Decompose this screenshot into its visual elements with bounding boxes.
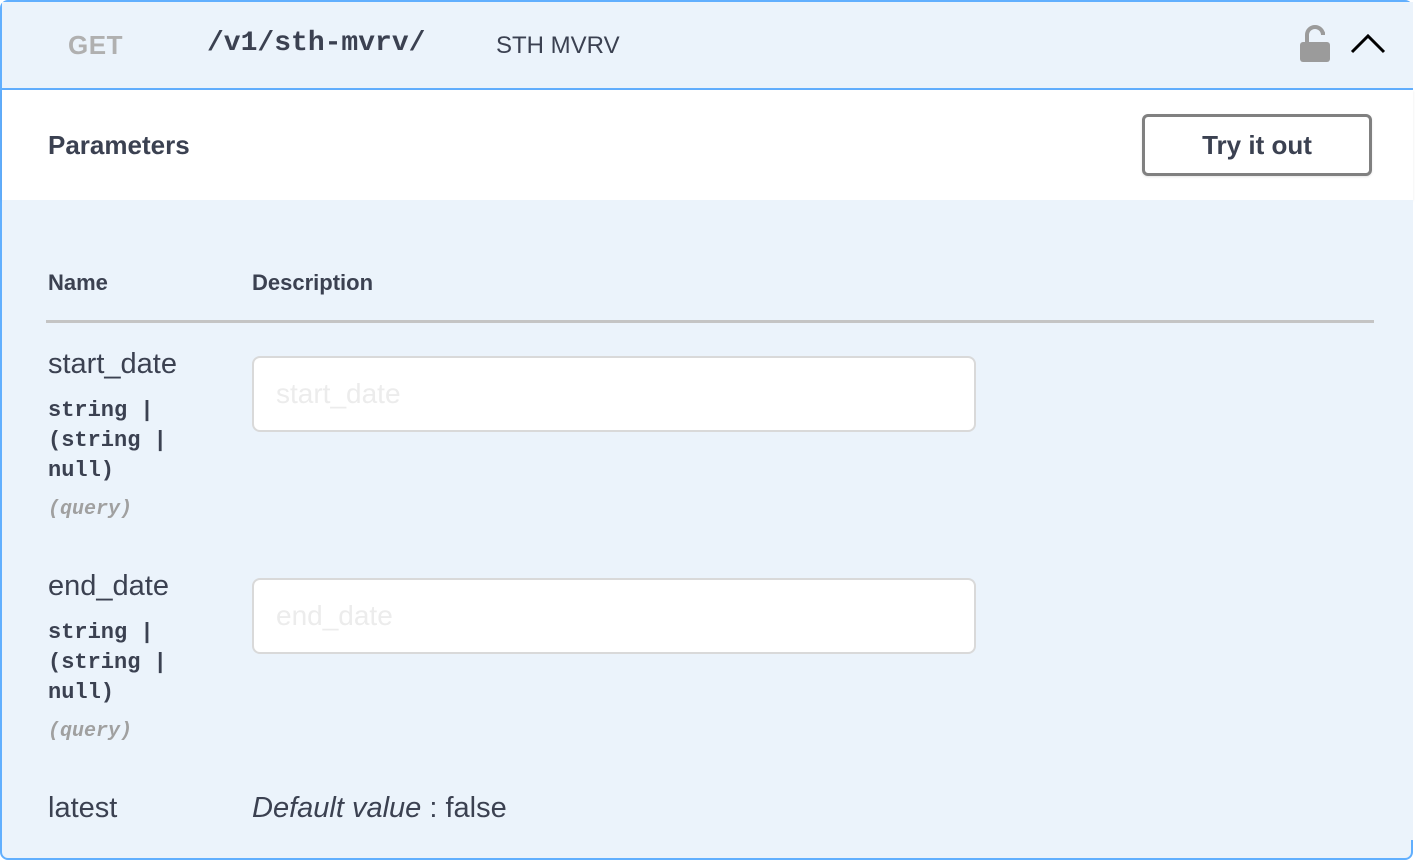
- param-type-start-date: string | (string | null): [48, 398, 167, 483]
- param-name-end-date: end_date: [48, 570, 169, 602]
- param-default-latest: Default value : false: [252, 792, 507, 825]
- endpoint-summary: STH MVRV: [496, 32, 620, 59]
- try-it-out-button[interactable]: Try it out: [1142, 114, 1372, 176]
- parameters-title: Parameters: [48, 130, 190, 160]
- http-method-badge: GET: [68, 30, 123, 60]
- column-header-name: Name: [48, 270, 108, 295]
- param-location-end-date: (query): [48, 720, 133, 743]
- parameters-header: Parameters Try it out: [2, 90, 1413, 200]
- chevron-up-icon[interactable]: [1348, 26, 1388, 62]
- end-date-input[interactable]: [252, 578, 976, 654]
- lock-icon[interactable]: [1298, 24, 1332, 64]
- param-name-latest: latest: [48, 792, 118, 824]
- default-value-label: Default value: [252, 792, 422, 824]
- endpoint-path: /v1/sth-mvrv/: [207, 28, 426, 59]
- param-location-start-date: (query): [48, 498, 133, 521]
- start-date-input[interactable]: [252, 356, 976, 432]
- column-header-description: Description: [252, 270, 374, 295]
- param-name-start-date: start_date: [48, 348, 177, 380]
- default-value: false: [445, 792, 507, 824]
- param-type-end-date: string | (string | null): [48, 620, 167, 705]
- operation-block: GET /v1/sth-mvrv/ STH MVRV Parameters Tr…: [0, 0, 1413, 860]
- default-separator: :: [421, 792, 446, 824]
- header-divider: [46, 320, 1374, 323]
- parameters-table: Name Description start_date string | (st…: [2, 200, 1413, 840]
- operation-summary[interactable]: GET /v1/sth-mvrv/ STH MVRV: [2, 2, 1413, 90]
